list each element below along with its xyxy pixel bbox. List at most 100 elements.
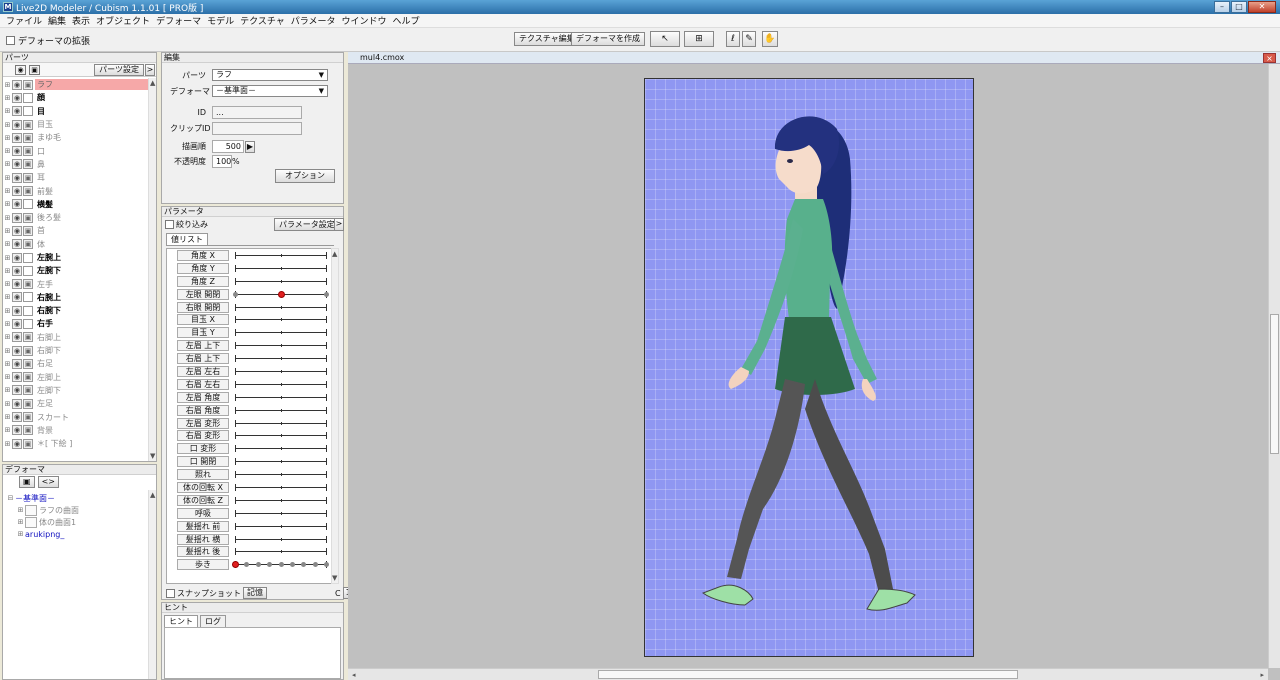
canvas-vertical-thumb[interactable] [1270,314,1279,454]
tab-hint[interactable]: ヒント [164,615,198,627]
eye-icon[interactable]: ◉ [12,438,22,449]
parameter-name[interactable]: 呼吸 [177,507,229,519]
part-row[interactable]: ⊞ ◉ ▣ 首 [3,224,148,237]
filter-checkbox[interactable] [165,220,174,229]
expand-icon[interactable]: ⊞ [3,267,12,275]
parameter-name[interactable]: 右眉 上下 [177,353,229,365]
close-document-button[interactable]: × [1263,53,1276,63]
parameter-name[interactable]: 目玉 X [177,314,229,326]
parameter-slider[interactable] [235,430,327,441]
id-field[interactable]: ... [212,106,302,119]
lock-icon[interactable]: ▣ [23,159,33,170]
key-point[interactable] [289,562,295,568]
parameter-name[interactable]: 左眉 上下 [177,340,229,352]
eye-icon[interactable]: ◉ [12,372,22,383]
expand-icon[interactable]: ⊞ [3,400,12,408]
part-row[interactable]: ⊞ ◉ 右腕下 [3,304,148,317]
part-row[interactable]: ⊞ ◉ ▣ 背景 [3,424,148,437]
parameter-name[interactable]: 左眉 左右 [177,365,229,377]
parameter-slider[interactable] [233,289,329,300]
part-row[interactable]: ⊞ ◉ ▣ 前髪 [3,184,148,197]
menu-item[interactable]: 編集 [45,14,69,27]
menu-item[interactable]: デフォーマ [153,14,204,27]
lock-icon[interactable]: ▣ [23,279,33,290]
part-row[interactable]: ⊞ ◉ 顔 [3,91,148,104]
parameter-scrollbar[interactable]: ▲ ▼ [331,248,339,584]
eye-icon[interactable]: ◉ [12,305,22,316]
parameter-slider[interactable] [235,314,327,325]
lock-icon[interactable]: ▣ [23,372,33,383]
expand-icon[interactable]: ⊞ [3,360,12,368]
expand-icon[interactable]: ⊞ [3,214,12,222]
lock-icon[interactable] [23,265,33,276]
expand-icon[interactable]: ⊞ [3,280,12,288]
parameter-slider[interactable] [235,456,327,467]
scroll-left-icon[interactable]: ◂ [352,671,356,679]
snapshot-checkbox[interactable] [166,588,175,598]
key-point[interactable] [267,562,273,568]
lasso-tool-button[interactable]: ℓ [726,31,740,47]
expand-icon[interactable]: ⊞ [3,320,12,328]
parameter-slider[interactable] [235,521,327,532]
parameter-slider[interactable] [235,546,327,557]
canvas-horizontal-scrollbar[interactable]: ◂ ▸ [348,668,1268,680]
expand-icon[interactable]: ⊞ [3,107,12,115]
lock-icon[interactable] [23,252,33,263]
eye-icon[interactable]: ◉ [12,199,22,210]
deformer-tree-item[interactable]: ⊞ arukipng_ [6,528,148,540]
parameter-slider[interactable] [235,405,327,416]
parameter-name[interactable]: 左眉 角度 [177,391,229,403]
part-row[interactable]: ⊞ ◉ 横髪 [3,198,148,211]
eye-header-icon[interactable]: ◉ [15,65,26,75]
expand-icon[interactable]: ⊞ [3,293,12,301]
expand-icon[interactable]: ⊞ [3,94,12,102]
scroll-right-icon[interactable]: ▸ [1260,671,1264,679]
parameter-name[interactable]: 目玉 Y [177,327,229,339]
parameter-slider[interactable] [235,302,327,313]
key-point[interactable] [255,562,261,568]
expand-icon[interactable]: ⊞ [3,254,12,262]
lock-icon[interactable] [23,305,33,316]
deformer-expand-toggle[interactable]: デフォーマの拡張 [6,34,90,47]
lock-icon[interactable]: ▣ [23,358,33,369]
eye-icon[interactable]: ◉ [12,119,22,130]
document-tab[interactable]: mul4.cmox × [348,52,1280,64]
expand-icon[interactable]: ⊞ [3,147,12,155]
minimize-button[interactable]: – [1214,1,1230,13]
eye-icon[interactable]: ◉ [12,172,22,183]
draw-order-arrow-button[interactable]: ▶ [245,140,255,153]
key-point[interactable] [312,562,318,568]
expand-icon[interactable]: ⊞ [3,134,12,142]
parameter-name[interactable]: 右眉 左右 [177,378,229,390]
part-row[interactable]: ⊞ ◉ ▣ 鼻 [3,158,148,171]
memory-button[interactable]: 記憶 [243,587,267,599]
parameter-slider[interactable] [235,508,327,519]
parameter-slider[interactable] [235,379,327,390]
eye-icon[interactable]: ◉ [12,106,22,117]
eye-icon[interactable]: ◉ [12,132,22,143]
eye-icon[interactable]: ◉ [12,398,22,409]
scroll-up-icon[interactable]: ▲ [332,250,337,258]
parameter-slider[interactable] [235,469,327,480]
parameter-slider[interactable] [235,392,327,403]
parameter-name[interactable]: 角度 Z [177,275,229,287]
part-row[interactable]: ⊞ ◉ ▣ 左脚下 [3,384,148,397]
menu-item[interactable]: モデル [204,14,237,27]
parameter-slider[interactable] [235,495,327,506]
lock-icon[interactable]: ▣ [23,412,33,423]
key-point[interactable] [233,291,238,297]
lock-icon[interactable] [23,106,33,117]
eye-icon[interactable]: ◉ [12,385,22,396]
part-row[interactable]: ⊞ ◉ 左腕上 [3,251,148,264]
key-point[interactable] [324,562,329,568]
scroll-up-icon[interactable]: ▲ [150,491,155,499]
parts-settings-button[interactable]: パーツ設定 [94,64,144,76]
parts-scrollbar[interactable]: ▲ ▼ [148,78,156,461]
lock-toggle-button[interactable]: ▣ [19,476,35,488]
lock-icon[interactable]: ▣ [23,212,33,223]
hand-tool-button[interactable]: ✋ [762,31,778,47]
menu-item[interactable]: テクスチャ [237,14,288,27]
parameter-name[interactable]: 口 変形 [177,443,229,455]
parameter-name[interactable]: 体の回転 Z [177,494,229,506]
part-row[interactable]: ⊞ ◉ ▣ ラフ [3,78,148,91]
